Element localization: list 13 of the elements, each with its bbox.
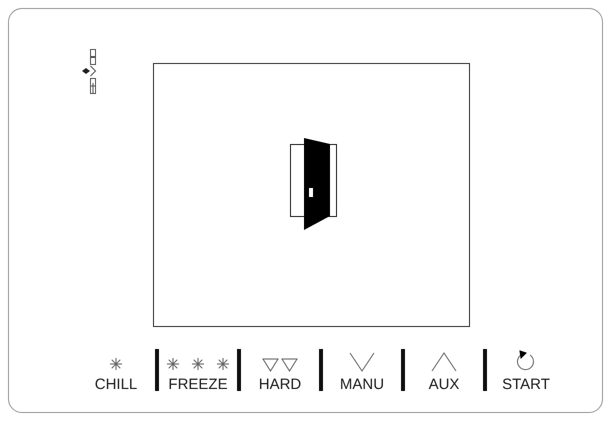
mode-button[interactable]: MANU [340, 376, 384, 393]
restart-icon [516, 350, 536, 372]
mode-button[interactable]: AUX [428, 376, 460, 393]
mode-button[interactable]: START [502, 376, 550, 393]
down-triangles-icon [262, 358, 298, 372]
up-chevron-icon [431, 352, 457, 372]
mode-button[interactable]: HARD [258, 376, 302, 393]
mode-button[interactable]: FREEZE [168, 376, 228, 393]
door-icon [290, 138, 340, 230]
down-chevron-icon [349, 352, 375, 372]
snowflake-icon [108, 356, 124, 372]
snowflakes-icon [165, 356, 231, 372]
mode-button[interactable]: CHILL [94, 376, 138, 393]
